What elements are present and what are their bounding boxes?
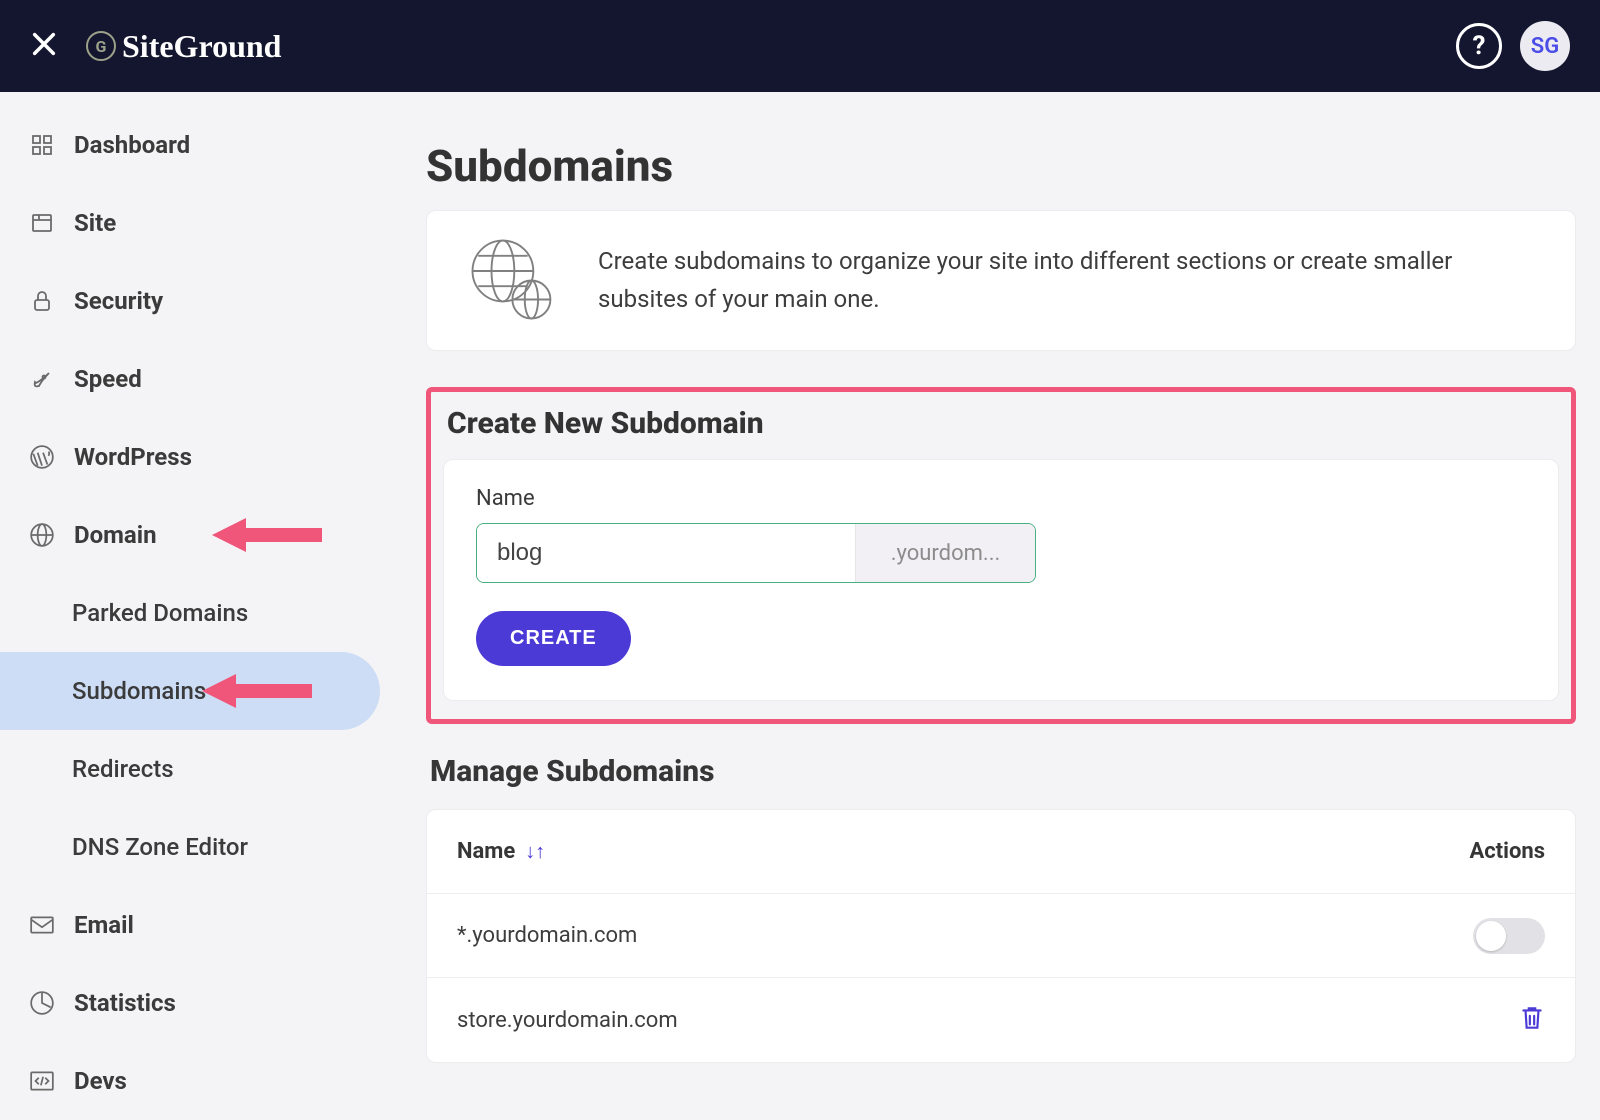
info-text: Create subdomains to organize your site … — [598, 243, 1539, 317]
info-card: Create subdomains to organize your site … — [426, 210, 1576, 351]
lock-icon — [28, 289, 56, 313]
sidebar-item-speed[interactable]: Speed — [0, 340, 390, 418]
sidebar-subitem-redirects[interactable]: Redirects — [0, 730, 390, 808]
close-icon[interactable] — [30, 30, 58, 62]
subdomain-name-input[interactable] — [477, 524, 855, 582]
create-subdomain-highlight: Create New Subdomain Name .yourdom... CR… — [426, 387, 1576, 724]
sidebar-item-label: WordPress — [74, 443, 192, 471]
col-actions-header: Actions — [1469, 839, 1545, 864]
create-button[interactable]: CREATE — [476, 611, 631, 666]
sort-icon: ↓↑ — [525, 839, 545, 864]
pie-icon — [28, 990, 56, 1016]
table-header: Name ↓↑ Actions — [427, 810, 1575, 894]
code-icon — [28, 1070, 56, 1092]
page-title: Subdomains — [426, 140, 1576, 192]
subdomain-name: store.yourdomain.com — [457, 1008, 678, 1033]
sidebar-subitem-subdomains[interactable]: Subdomains — [0, 652, 380, 730]
sidebar-item-email[interactable]: Email — [0, 886, 390, 964]
rocket-icon — [28, 367, 56, 391]
mail-icon — [28, 914, 56, 936]
create-subdomain-title: Create New Subdomain — [447, 406, 1559, 441]
globe-icon — [28, 522, 56, 548]
sidebar-item-label: DNS Zone Editor — [72, 833, 248, 861]
sidebar-item-label: Parked Domains — [72, 599, 248, 627]
app-header: G SiteGround ? SG — [0, 0, 1600, 92]
trash-icon[interactable] — [1519, 1004, 1545, 1036]
sidebar-item-label: Site — [74, 209, 116, 237]
sidebar: Dashboard Site Security Speed WordPress — [0, 92, 390, 1113]
sidebar-item-label: Subdomains — [72, 677, 206, 705]
sidebar-item-label: Statistics — [74, 989, 176, 1017]
table-row: *.yourdomain.com — [427, 894, 1575, 978]
sidebar-item-label: Security — [74, 287, 163, 315]
sidebar-item-label: Email — [74, 911, 134, 939]
col-name-label: Name — [457, 839, 515, 864]
name-label: Name — [476, 486, 1526, 511]
avatar[interactable]: SG — [1520, 21, 1570, 71]
sidebar-subitem-dns-zone-editor[interactable]: DNS Zone Editor — [0, 808, 390, 886]
header-right: ? SG — [1456, 21, 1570, 71]
header-left: G SiteGround — [30, 28, 281, 65]
main-content: Subdomains Create subdomains to organize… — [390, 92, 1600, 1113]
table-row: store.yourdomain.com — [427, 978, 1575, 1062]
row-actions — [1473, 918, 1545, 954]
domain-suffix: .yourdom... — [855, 524, 1035, 582]
sidebar-item-wordpress[interactable]: WordPress — [0, 418, 390, 496]
grid-icon — [28, 133, 56, 157]
highlight-arrow-icon — [212, 518, 322, 552]
help-icon[interactable]: ? — [1456, 23, 1502, 69]
brand-logo[interactable]: G SiteGround — [86, 28, 281, 65]
sidebar-item-label: Domain — [74, 521, 157, 549]
highlight-arrow-icon — [202, 674, 312, 708]
toggle-switch[interactable] — [1473, 918, 1545, 954]
sidebar-item-label: Redirects — [72, 755, 174, 783]
subdomain-input-group: .yourdom... — [476, 523, 1036, 583]
sidebar-item-label: Dashboard — [74, 131, 190, 159]
sidebar-item-site[interactable]: Site — [0, 184, 390, 262]
row-actions — [1519, 1004, 1545, 1036]
sidebar-subitem-parked-domains[interactable]: Parked Domains — [0, 574, 390, 652]
create-subdomain-form: Name .yourdom... CREATE — [443, 459, 1559, 701]
sidebar-item-security[interactable]: Security — [0, 262, 390, 340]
globes-icon — [463, 233, 558, 328]
sidebar-item-dashboard[interactable]: Dashboard — [0, 106, 390, 184]
sidebar-item-label: Devs — [74, 1067, 127, 1095]
wordpress-icon — [28, 444, 56, 470]
sidebar-item-label: Speed — [74, 365, 142, 393]
page-icon — [28, 211, 56, 235]
subdomains-table: Name ↓↑ Actions *.yourdomain.com store.y… — [426, 809, 1576, 1063]
sidebar-item-domain[interactable]: Domain — [0, 496, 390, 574]
logo-text: SiteGround — [122, 28, 281, 65]
col-name-header[interactable]: Name ↓↑ — [457, 839, 545, 864]
subdomain-name: *.yourdomain.com — [457, 923, 637, 948]
sidebar-item-devs[interactable]: Devs — [0, 1042, 390, 1120]
sidebar-item-statistics[interactable]: Statistics — [0, 964, 390, 1042]
logo-mark-icon: G — [86, 31, 116, 61]
manage-subdomains-title: Manage Subdomains — [430, 754, 1576, 789]
